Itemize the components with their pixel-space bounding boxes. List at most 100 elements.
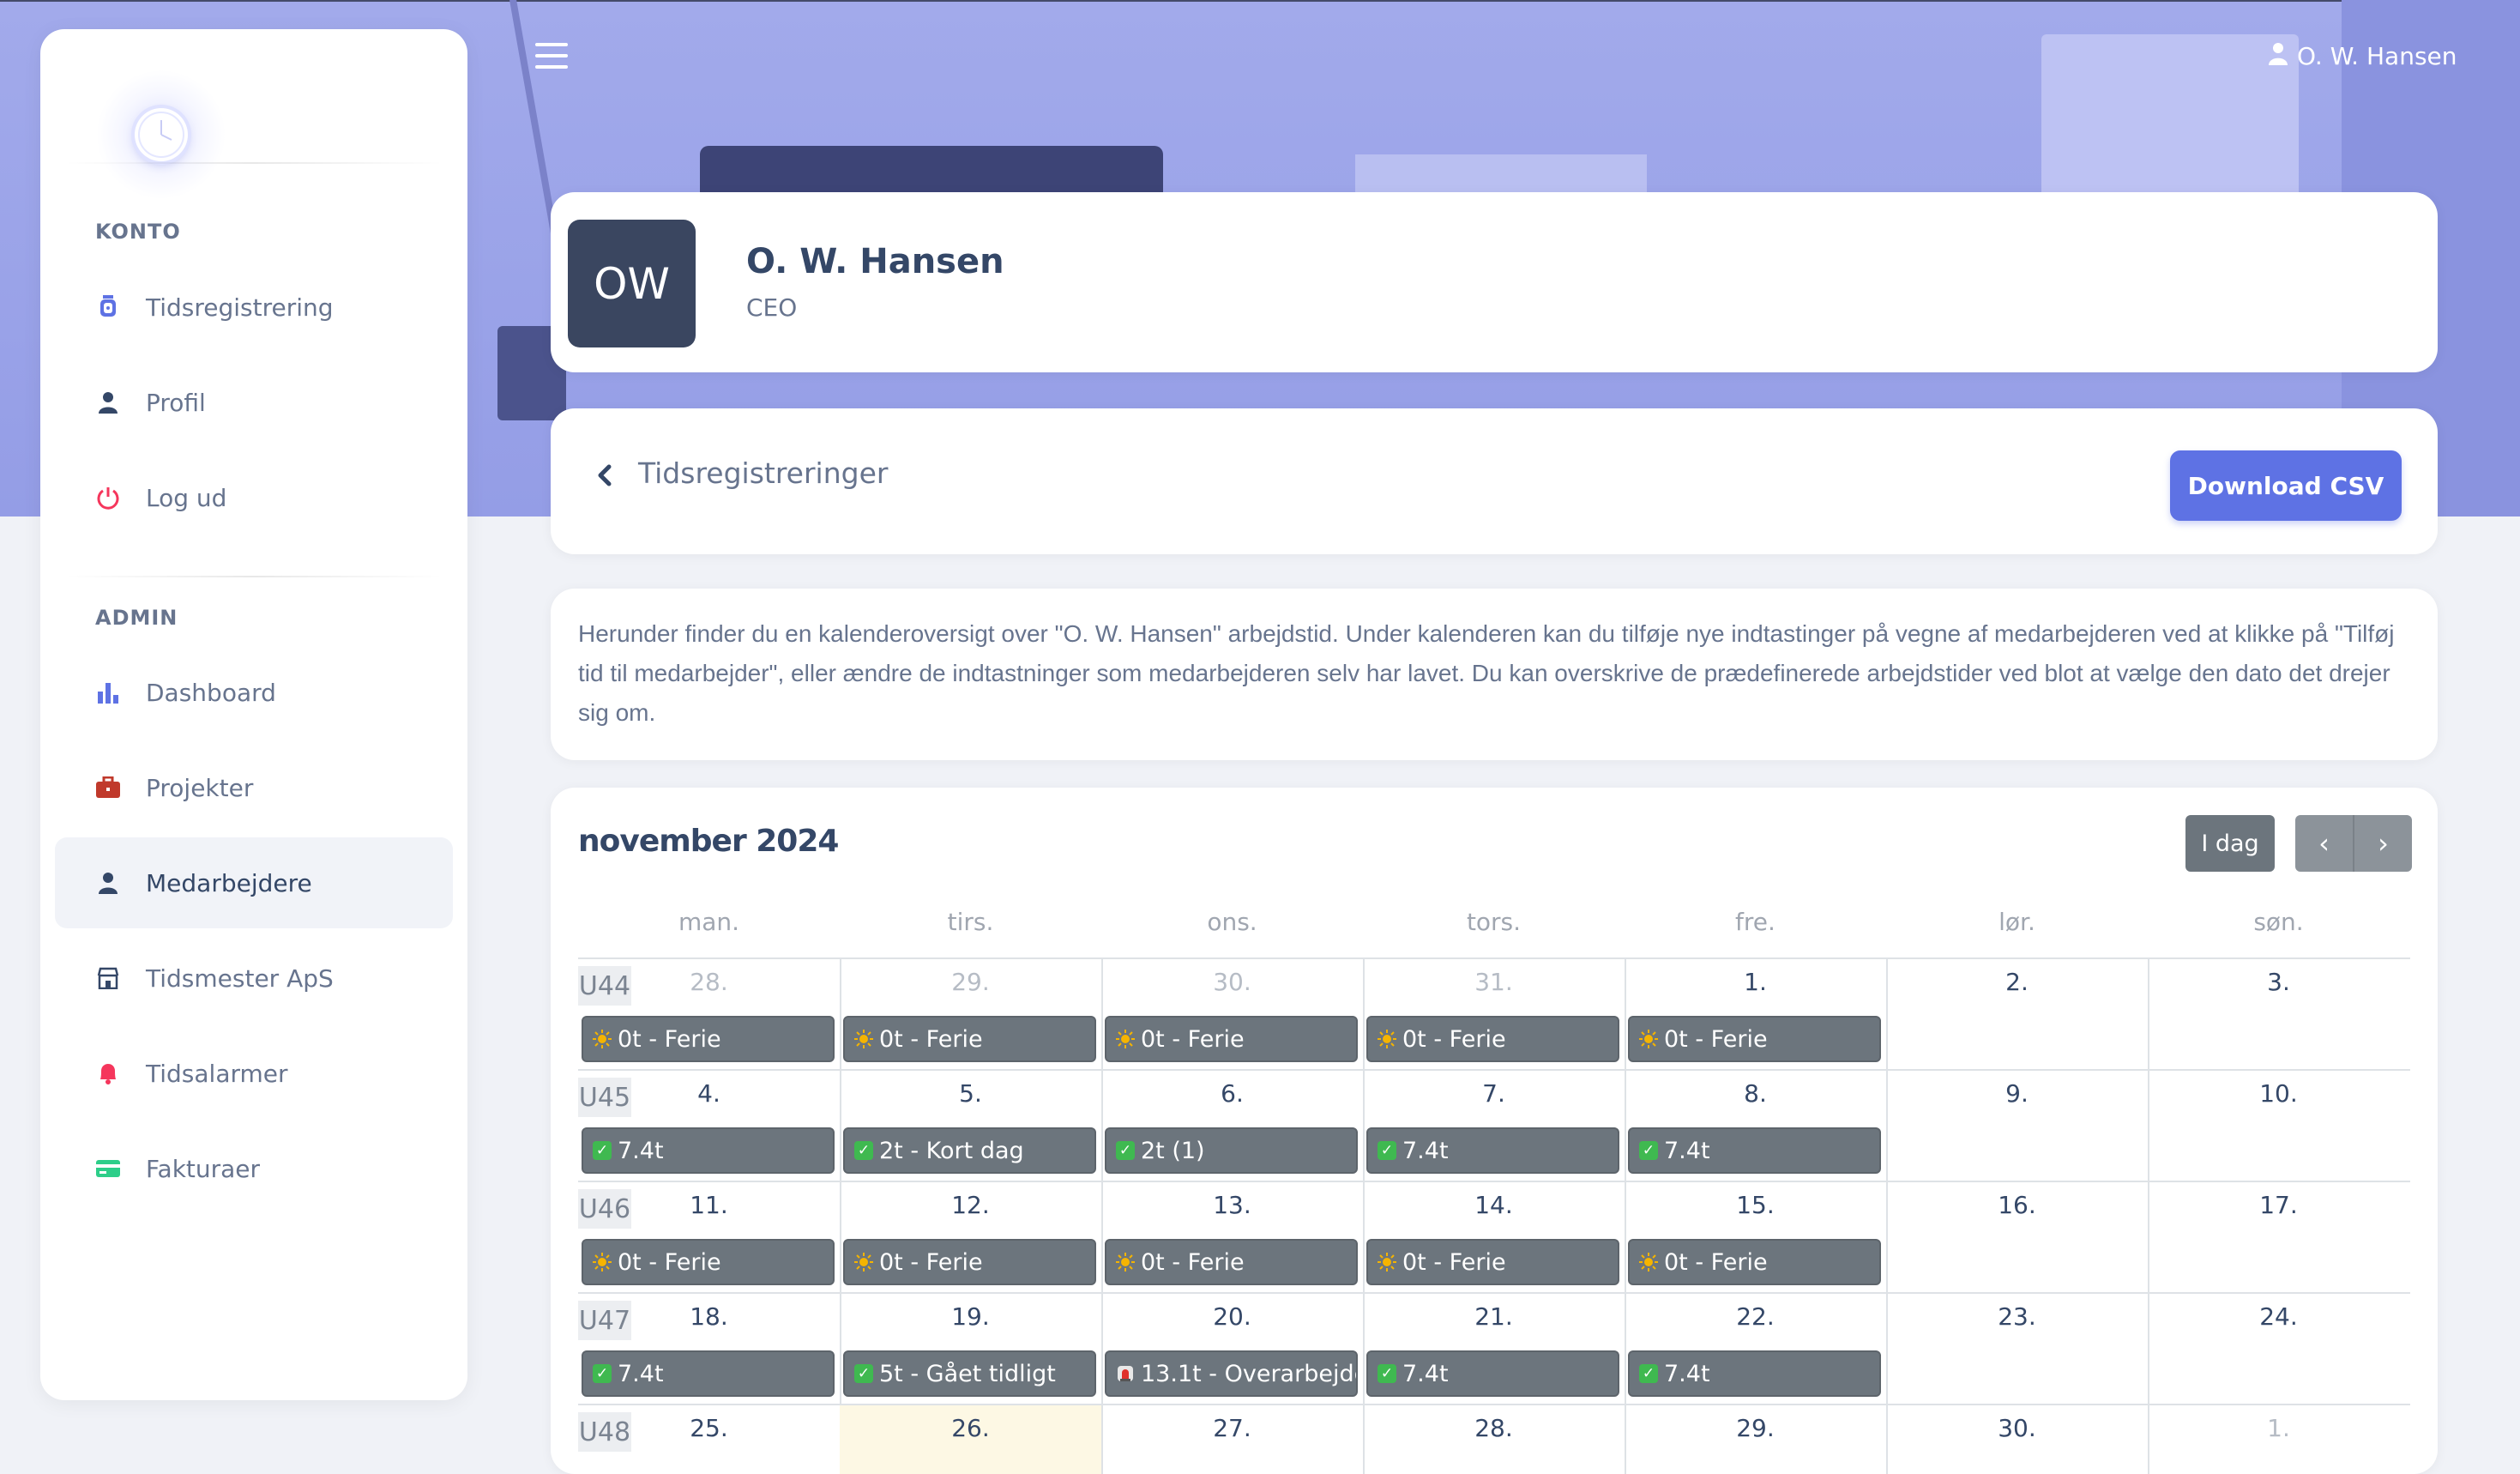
day-number[interactable]: 15. — [1625, 1191, 1886, 1219]
day-number[interactable]: 7. — [1363, 1079, 1625, 1108]
day-cell[interactable]: U47 18. ✓ 7.4t — [578, 1294, 841, 1404]
sidebar-item-projekter[interactable]: Projekter — [55, 742, 453, 833]
day-cell[interactable]: 13. 0t - Ferie — [1101, 1182, 1365, 1292]
time-entry-event[interactable]: ✓ 7.4t — [1366, 1127, 1619, 1174]
day-number[interactable]: 19. — [840, 1302, 1101, 1331]
day-number[interactable]: 9. — [1886, 1079, 2148, 1108]
day-cell[interactable]: 1. 0t - Ferie — [1625, 959, 1888, 1069]
day-number[interactable]: 8. — [1625, 1079, 1886, 1108]
day-cell[interactable]: 9. — [1886, 1071, 2149, 1181]
sidebar-item-log-ud[interactable]: Log ud — [55, 452, 453, 543]
day-number[interactable]: 13. — [1101, 1191, 1363, 1219]
day-cell[interactable]: 23. — [1886, 1294, 2149, 1404]
day-number[interactable]: 6. — [1101, 1079, 1363, 1108]
back-chevron-icon[interactable] — [594, 462, 618, 489]
day-cell[interactable]: 15. 0t - Ferie — [1625, 1182, 1888, 1292]
day-cell[interactable]: 16. — [1886, 1182, 2149, 1292]
day-cell[interactable]: 12. 0t - Ferie — [840, 1182, 1103, 1292]
day-number[interactable]: 18. — [578, 1302, 840, 1331]
time-entry-event[interactable]: 0t - Ferie — [1628, 1239, 1881, 1285]
day-number[interactable]: 31. — [1363, 968, 1625, 996]
time-entry-event[interactable]: 0t - Ferie — [1105, 1016, 1358, 1062]
day-cell[interactable]: 30. 0t - Ferie — [1101, 959, 1365, 1069]
time-entry-event[interactable]: ✓ 7.4t — [1628, 1350, 1881, 1397]
day-number[interactable]: 4. — [578, 1079, 840, 1108]
day-cell[interactable]: 7. ✓ 7.4t — [1363, 1071, 1626, 1181]
day-cell[interactable]: 31. 0t - Ferie — [1363, 959, 1626, 1069]
day-number[interactable]: 25. — [578, 1414, 840, 1442]
day-number[interactable]: 23. — [1886, 1302, 2148, 1331]
hamburger-menu-icon[interactable] — [535, 43, 568, 69]
time-entry-event[interactable]: ✓ 5t - Gået tidligt — [843, 1350, 1096, 1397]
time-entry-event[interactable]: 13.1t - Overarbejde — [1105, 1350, 1358, 1397]
download-csv-button[interactable]: Download CSV — [2170, 450, 2402, 521]
day-cell[interactable]: U46 11. 0t - Ferie — [578, 1182, 841, 1292]
sidebar-item-medarbejdere[interactable]: Medarbejdere — [55, 837, 453, 928]
time-entry-event[interactable]: 0t - Ferie — [843, 1016, 1096, 1062]
day-cell[interactable]: 1. — [2148, 1405, 2409, 1474]
day-cell[interactable]: 2. — [1886, 959, 2149, 1069]
day-cell[interactable]: 19. ✓ 5t - Gået tidligt — [840, 1294, 1103, 1404]
day-cell[interactable]: 27. — [1101, 1405, 1365, 1474]
time-entry-event[interactable]: 0t - Ferie — [1366, 1239, 1619, 1285]
day-number[interactable]: 14. — [1363, 1191, 1625, 1219]
app-logo[interactable] — [96, 69, 226, 200]
day-cell[interactable]: 28. — [1363, 1405, 1626, 1474]
next-month-button[interactable]: › — [2353, 815, 2412, 872]
time-entry-event[interactable]: 0t - Ferie — [582, 1016, 835, 1062]
day-number[interactable]: 5. — [840, 1079, 1101, 1108]
day-cell[interactable]: 10. — [2148, 1071, 2409, 1181]
sidebar-item-tidsalarmer[interactable]: Tidsalarmer — [55, 1028, 453, 1119]
day-cell[interactable]: U48 25. — [578, 1405, 841, 1474]
day-cell[interactable]: 26. — [840, 1405, 1103, 1474]
day-cell[interactable]: 29. — [1625, 1405, 1888, 1474]
day-cell[interactable]: 8. ✓ 7.4t — [1625, 1071, 1888, 1181]
time-entry-event[interactable]: ✓ 2t - Kort dag — [843, 1127, 1096, 1174]
user-menu[interactable]: O. W. Hansen — [2268, 38, 2457, 74]
day-number[interactable]: 2. — [1886, 968, 2148, 996]
sidebar-item-profil[interactable]: Profil — [55, 357, 453, 448]
time-entry-event[interactable]: ✓ 7.4t — [1366, 1350, 1619, 1397]
day-number[interactable]: 30. — [1101, 968, 1363, 996]
day-cell[interactable]: 14. 0t - Ferie — [1363, 1182, 1626, 1292]
day-number[interactable]: 29. — [840, 968, 1101, 996]
day-cell[interactable]: 22. ✓ 7.4t — [1625, 1294, 1888, 1404]
time-entry-event[interactable]: ✓ 7.4t — [1628, 1127, 1881, 1174]
sidebar-item-fakturaer[interactable]: Fakturaer — [55, 1123, 453, 1214]
time-entry-event[interactable]: 0t - Ferie — [582, 1239, 835, 1285]
day-cell[interactable]: 17. — [2148, 1182, 2409, 1292]
time-entry-event[interactable]: 0t - Ferie — [843, 1239, 1096, 1285]
time-entry-event[interactable]: 0t - Ferie — [1628, 1016, 1881, 1062]
day-number[interactable]: 16. — [1886, 1191, 2148, 1219]
day-number[interactable]: 28. — [578, 968, 840, 996]
time-entry-event[interactable]: ✓ 7.4t — [582, 1350, 835, 1397]
sidebar-item-dashboard[interactable]: Dashboard — [55, 647, 453, 738]
day-cell[interactable]: 20. 13.1t - Overarbejde — [1101, 1294, 1365, 1404]
day-number[interactable]: 1. — [2148, 1414, 2409, 1442]
day-number[interactable]: 10. — [2148, 1079, 2409, 1108]
day-number[interactable]: 26. — [840, 1414, 1101, 1442]
day-cell[interactable]: 6. ✓ 2t (1) — [1101, 1071, 1365, 1181]
day-number[interactable]: 24. — [2148, 1302, 2409, 1331]
day-number[interactable]: 1. — [1625, 968, 1886, 996]
day-number[interactable]: 20. — [1101, 1302, 1363, 1331]
day-cell[interactable]: 29. 0t - Ferie — [840, 959, 1103, 1069]
time-entry-event[interactable]: 0t - Ferie — [1105, 1239, 1358, 1285]
day-cell[interactable]: 3. — [2148, 959, 2409, 1069]
day-cell[interactable]: U45 4. ✓ 7.4t — [578, 1071, 841, 1181]
day-number[interactable]: 22. — [1625, 1302, 1886, 1331]
prev-month-button[interactable]: ‹ — [2295, 815, 2353, 872]
day-number[interactable]: 28. — [1363, 1414, 1625, 1442]
today-button[interactable]: I dag — [2185, 815, 2275, 872]
time-entry-event[interactable]: ✓ 7.4t — [582, 1127, 835, 1174]
day-cell[interactable]: 24. — [2148, 1294, 2409, 1404]
time-entry-event[interactable]: ✓ 2t (1) — [1105, 1127, 1358, 1174]
day-cell[interactable]: 30. — [1886, 1405, 2149, 1474]
time-entry-event[interactable]: 0t - Ferie — [1366, 1016, 1619, 1062]
day-number[interactable]: 30. — [1886, 1414, 2148, 1442]
day-number[interactable]: 27. — [1101, 1414, 1363, 1442]
day-number[interactable]: 11. — [578, 1191, 840, 1219]
day-number[interactable]: 21. — [1363, 1302, 1625, 1331]
day-cell[interactable]: 5. ✓ 2t - Kort dag — [840, 1071, 1103, 1181]
sidebar-item-tidsregistrering[interactable]: Tidsregistrering — [55, 262, 453, 353]
